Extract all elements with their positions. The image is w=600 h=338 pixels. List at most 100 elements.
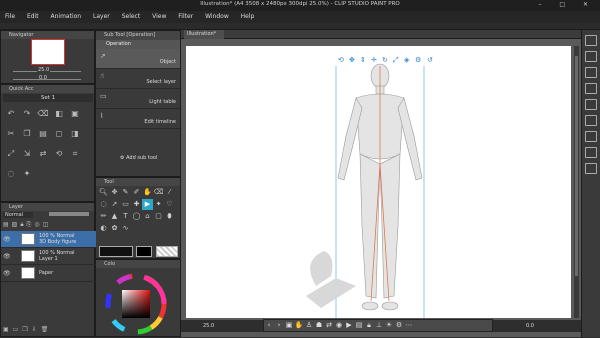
menu-select[interactable]: Select (117, 11, 146, 22)
layer-property-icon[interactable] (585, 83, 597, 94)
layer-row-1[interactable]: 👁︎ 100 % Normal Layer 1 (1, 248, 96, 265)
play-icon[interactable]: ▶ (344, 320, 354, 331)
wand-tool-icon[interactable]: ✦ (153, 199, 164, 210)
menu-view[interactable]: View (147, 11, 171, 22)
menu-help[interactable]: Help (236, 11, 260, 22)
text-tool-icon[interactable]: T (120, 211, 131, 222)
item-bank-icon[interactable] (585, 99, 597, 110)
quick-access-tab[interactable]: Quick Acc (1, 85, 94, 93)
ruler-tool-icon[interactable]: ⌂ (142, 211, 153, 222)
layer-row-3d[interactable]: 👁︎ 100 % Normal 3D Body figure (1, 231, 96, 248)
color-tab[interactable]: Colo (96, 260, 180, 268)
menu-edit[interactable]: Edit (22, 11, 44, 22)
pose-icon[interactable]: ☗ (314, 320, 324, 331)
canvas-zoom-value[interactable]: 25.0 (203, 323, 214, 329)
3d-figure-viewport[interactable]: ⟲ ✥ ⇕ ✛ ↻ ⤢ ◈ ⚙ ↺ (186, 46, 571, 318)
sub-view-icon[interactable] (585, 147, 597, 158)
object-tool-icon[interactable]: ▶ (142, 199, 153, 210)
visibility-eye-icon[interactable]: 👁︎ (3, 253, 11, 260)
fill-icon[interactable]: ◧ (52, 107, 66, 121)
paper-canvas[interactable]: ⟲ ✥ ⇕ ✛ ↻ ⤢ ◈ ⚙ ↺ (186, 46, 571, 318)
balloon-tool-icon[interactable]: ⬮ (164, 211, 175, 222)
rotate-icon[interactable]: ⟲ (52, 147, 66, 161)
operation-tool-icon[interactable]: ➚ (109, 199, 120, 210)
main-color-swatch[interactable] (99, 246, 133, 257)
next-icon[interactable]: › (274, 320, 284, 331)
paste-icon[interactable]: ▤ (36, 127, 50, 141)
gradient-tool-icon[interactable]: ◐ (98, 223, 109, 234)
navigator-thumbnail[interactable] (31, 39, 65, 65)
sub-tool-edit-timeline[interactable]: ⌇ Edit timeline (96, 109, 180, 129)
clear-icon[interactable]: ⌫ (36, 107, 50, 121)
light-icon[interactable]: ☀ (384, 320, 394, 331)
select-tool-icon[interactable]: ▭ (120, 199, 131, 210)
deselect-icon[interactable]: ◻ (52, 127, 66, 141)
lasso-icon[interactable]: ◌ (4, 167, 18, 181)
preset-icon[interactable]: ▣ (284, 320, 294, 331)
flip-icon[interactable]: ⇄ (36, 147, 50, 161)
rotation-slider[interactable]: 0.0 (3, 75, 93, 83)
visibility-eye-icon[interactable]: 👁︎ (3, 270, 11, 277)
pen-tool-icon[interactable]: ✎ (120, 187, 131, 198)
history-icon[interactable] (585, 115, 597, 126)
redo-icon[interactable]: ↷ (20, 107, 34, 121)
blend-mode-select[interactable]: Normal (3, 212, 33, 218)
opacity-slider[interactable] (48, 212, 89, 216)
sub-tool-category[interactable]: Operation (96, 40, 180, 49)
window-controls[interactable]: – □ ✕ (538, 1, 596, 8)
select-all-icon[interactable]: ▣ (68, 107, 82, 121)
merge-icon[interactable]: ⇩ (32, 326, 41, 333)
sub-tool-light-table[interactable]: ▭ Light table (96, 89, 180, 109)
sub-tool-select-layer[interactable]: ☝ Select layer (96, 69, 180, 89)
material-icon[interactable] (585, 35, 597, 46)
lock-joint-icon[interactable]: 🔒︎ (364, 320, 374, 331)
navigator-tab[interactable]: Navigator (1, 31, 94, 39)
menu-file[interactable]: File (0, 11, 20, 22)
layer-tab[interactable]: Layer (1, 203, 94, 211)
scroll-thumb[interactable] (575, 56, 578, 276)
decoration-tool-icon[interactable]: ✿ (109, 223, 120, 234)
transform-icon[interactable]: ⤢ (4, 147, 18, 161)
crop-icon[interactable]: ⌗ (68, 147, 82, 161)
zoom-slider[interactable]: 25.0 (3, 67, 93, 75)
cut-icon[interactable]: ✂ (4, 127, 18, 141)
quick-access-set[interactable]: Set 1 (3, 94, 93, 102)
canvas-page-value[interactable]: 0.0 (526, 323, 534, 329)
more-icon[interactable]: ⋯ (404, 320, 414, 331)
document-tab[interactable]: Illustration* (184, 30, 224, 39)
mask-icon[interactable]: ◫ (43, 221, 52, 228)
menu-window[interactable]: Window (200, 11, 234, 22)
delete-icon[interactable]: 🗑︎ (41, 326, 53, 333)
lasso-tool-icon[interactable]: ◌ (98, 199, 109, 210)
figure-icon[interactable]: ♙ (304, 320, 314, 331)
add-sub-tool-button[interactable]: ⚙ Add sub tool (120, 155, 157, 161)
close-button[interactable]: ✕ (583, 1, 596, 8)
settings-icon[interactable]: ⚙ (394, 320, 404, 331)
color-set-icon[interactable] (585, 163, 597, 174)
tool-tab[interactable]: Tool (96, 178, 180, 186)
copy-layer-icon[interactable]: ❐ (22, 326, 31, 333)
heart-tool-icon[interactable]: ♡ (164, 199, 175, 210)
brush-size-icon[interactable] (585, 67, 597, 78)
search-layer-icon[interactable] (585, 131, 597, 142)
transparent-swatch[interactable] (156, 246, 178, 257)
cursor-tool-icon[interactable]: ✚ (131, 199, 142, 210)
frame-tool-icon[interactable]: ▢ (153, 211, 164, 222)
folder-icon[interactable]: ▭ (13, 326, 23, 333)
invert-icon[interactable]: ◨ (68, 127, 82, 141)
flip-figure-icon[interactable]: ⇄ (324, 320, 334, 331)
scale-icon[interactable]: ⇲ (20, 147, 34, 161)
sub-color-swatch[interactable] (136, 246, 152, 257)
camera-icon[interactable]: ◉ (334, 320, 344, 331)
vertical-scrollbar[interactable] (574, 46, 579, 318)
minimize-button[interactable]: – (538, 1, 549, 8)
undo-icon[interactable]: ↶ (4, 107, 18, 121)
maximize-button[interactable]: □ (559, 1, 573, 8)
figure-tool-icon[interactable]: ◯ (131, 211, 142, 222)
menu-animation[interactable]: Animation (46, 11, 87, 22)
prev-icon[interactable]: ‹ (264, 320, 274, 331)
reference-icon[interactable]: ◎ (34, 221, 42, 228)
register-icon[interactable]: ▤ (354, 320, 364, 331)
visibility-eye-icon[interactable]: 👁︎ (3, 236, 11, 243)
tool-property-icon[interactable] (585, 51, 597, 62)
